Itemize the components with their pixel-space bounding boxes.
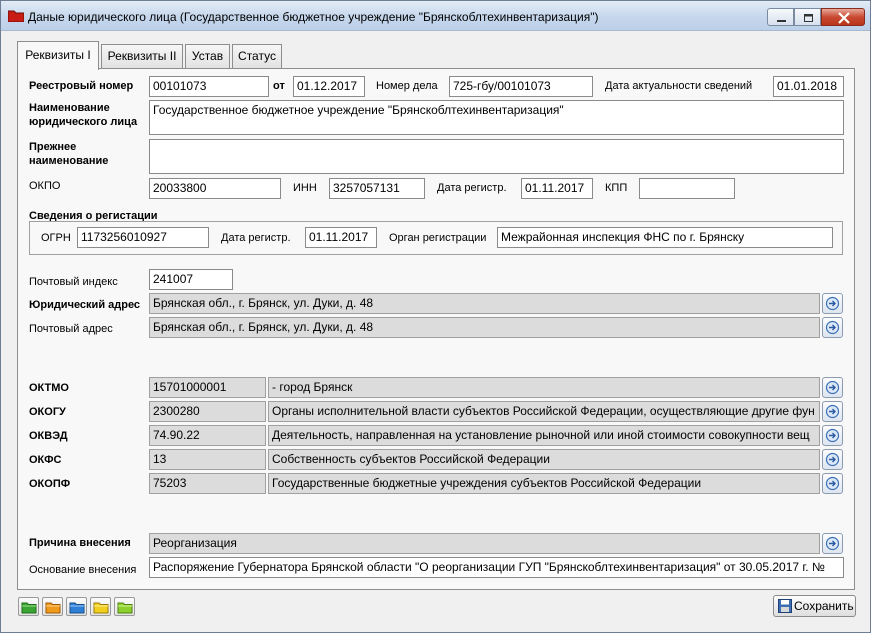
- folder-yellow-icon: [93, 602, 109, 614]
- reg-authority-label: Орган регистрации: [389, 232, 487, 244]
- minimize-icon: [777, 20, 786, 22]
- name-field[interactable]: Государственное бюджетное учреждение "Бр…: [149, 100, 844, 135]
- basis-field[interactable]: Распоряжение Губернатора Брянской област…: [149, 557, 844, 578]
- circle-arrow-icon: [825, 320, 840, 335]
- tab-requisites-2[interactable]: Реквизиты II: [101, 44, 183, 68]
- reason-field: Реорганизация: [149, 533, 820, 554]
- main-window: Даные юридического лица (Государственное…: [0, 0, 871, 633]
- inn-field[interactable]: 3257057131: [329, 178, 425, 199]
- actual-date-label: Дата актуальности сведений: [605, 80, 753, 92]
- postal-address-field: Брянская обл., г. Брянск, ул. Дуки, д. 4…: [149, 317, 820, 338]
- reason-pick-button[interactable]: [822, 533, 843, 554]
- folder-orange-icon: [45, 602, 61, 614]
- oktmo-text-field: - город Брянск: [268, 377, 820, 398]
- legal-address-field: Брянская обл., г. Брянск, ул. Дуки, д. 4…: [149, 293, 820, 314]
- case-number-label: Номер дела: [376, 80, 438, 92]
- actual-date-field[interactable]: 01.01.2018: [773, 76, 844, 97]
- okpo-field[interactable]: 20033800: [149, 178, 281, 199]
- circle-arrow-icon: [825, 476, 840, 491]
- kpp-field[interactable]: [639, 178, 735, 199]
- oktmo-pick-button[interactable]: [822, 377, 843, 398]
- okopf-pick-button[interactable]: [822, 473, 843, 494]
- okopf-text-field: Государственные бюджетные учреждения суб…: [268, 473, 820, 494]
- prev-name-field[interactable]: [149, 139, 844, 174]
- tab-status[interactable]: Статус: [232, 44, 282, 68]
- circle-arrow-icon: [825, 428, 840, 443]
- folder-lime-button[interactable]: [114, 597, 135, 616]
- circle-arrow-icon: [825, 380, 840, 395]
- prev-name-label: Прежнее наименование: [29, 141, 109, 167]
- postal-address-label: Почтовый адрес: [29, 323, 113, 335]
- basis-label: Основание внесения: [29, 564, 137, 576]
- folder-lime-icon: [117, 602, 133, 614]
- inn-label: ИНН: [293, 182, 317, 194]
- reg-date-field[interactable]: 01.11.2017: [521, 178, 593, 199]
- oktmo-label: ОКТМО: [29, 382, 69, 394]
- tab-charter[interactable]: Устав: [185, 44, 230, 68]
- reg-date-2-label: Дата регистр.: [221, 232, 291, 244]
- okved-text-field: Деятельность, направленная на установлен…: [268, 425, 820, 446]
- title-bar[interactable]: Даные юридического лица (Государственное…: [1, 1, 870, 31]
- folder-green-icon: [21, 602, 37, 614]
- okfs-pick-button[interactable]: [822, 449, 843, 470]
- minimize-button[interactable]: [767, 8, 794, 26]
- legal-address-pick-button[interactable]: [822, 293, 843, 314]
- okpo-label: ОКПО: [29, 180, 61, 192]
- circle-arrow-icon: [825, 296, 840, 311]
- postal-index-label: Почтовый индекс: [29, 276, 118, 288]
- okved-pick-button[interactable]: [822, 425, 843, 446]
- case-number-field[interactable]: 725-гбу/00101073: [449, 76, 593, 97]
- okogu-code-field: 2300280: [149, 401, 266, 422]
- okfs-text-field: Собственность субъектов Российской Федер…: [268, 449, 820, 470]
- restore-icon: [804, 14, 813, 22]
- reg-number-label: Реестровый номер: [29, 80, 134, 92]
- folder-orange-button[interactable]: [42, 597, 63, 616]
- oktmo-code-field: 15701000001: [149, 377, 266, 398]
- postal-address-pick-button[interactable]: [822, 317, 843, 338]
- okved-label: ОКВЭД: [29, 430, 68, 442]
- circle-arrow-icon: [825, 536, 840, 551]
- save-icon: [778, 599, 792, 613]
- reg-authority-field[interactable]: Межрайонная инспекция ФНС по г. Брянску: [497, 227, 833, 248]
- okfs-code-field: 13: [149, 449, 266, 470]
- okfs-label: ОКФС: [29, 454, 62, 466]
- close-button[interactable]: [821, 8, 865, 26]
- circle-arrow-icon: [825, 452, 840, 467]
- folder-red-icon: [8, 10, 24, 22]
- kpp-label: КПП: [605, 182, 628, 194]
- folder-blue-button[interactable]: [66, 597, 87, 616]
- okved-code-field: 74.90.22: [149, 425, 266, 446]
- folder-yellow-button[interactable]: [90, 597, 111, 616]
- reg-date-2-field[interactable]: 01.11.2017: [305, 227, 377, 248]
- postal-index-field[interactable]: 241007: [149, 269, 233, 290]
- circle-arrow-icon: [825, 404, 840, 419]
- folder-blue-icon: [69, 602, 85, 614]
- folder-green-button[interactable]: [18, 597, 39, 616]
- ogrn-label: ОГРН: [41, 232, 71, 244]
- reason-label: Причина внесения: [29, 537, 131, 549]
- reg-date-label: Дата регистр.: [437, 182, 507, 194]
- okogu-text-field: Органы исполнительной власти субъектов Р…: [268, 401, 820, 422]
- tab-requisites-1[interactable]: Реквизиты I: [17, 41, 99, 70]
- name-label: Наименование юридического лица: [29, 102, 138, 128]
- okogu-label: ОКОГУ: [29, 406, 66, 418]
- okopf-code-field: 75203: [149, 473, 266, 494]
- okogu-pick-button[interactable]: [822, 401, 843, 422]
- window-title: Даные юридического лица (Государственное…: [28, 10, 599, 24]
- legal-address-label: Юридический адрес: [29, 299, 141, 311]
- from-label: от: [273, 80, 285, 92]
- okopf-label: ОКОПФ: [29, 478, 71, 490]
- from-date-field[interactable]: 01.12.2017: [293, 76, 365, 97]
- close-icon: [838, 12, 850, 24]
- save-button[interactable]: Сохранить: [773, 595, 856, 617]
- save-label: Сохранить: [794, 599, 854, 613]
- reg-number-field[interactable]: 00101073: [149, 76, 269, 97]
- maximize-button[interactable]: [794, 8, 821, 26]
- ogrn-field[interactable]: 1173256010927: [77, 227, 209, 248]
